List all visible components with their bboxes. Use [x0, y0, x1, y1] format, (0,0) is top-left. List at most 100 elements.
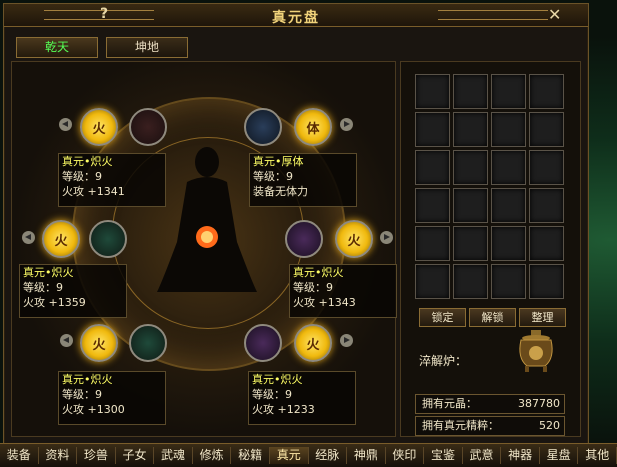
jingcui-label: 拥有真元精粹： — [422, 419, 499, 432]
slot-6-name: 真元•炽火 — [252, 373, 303, 386]
slot-5-fire-orb-icon[interactable]: 火 — [80, 324, 118, 362]
slot-5-info: 真元•炽火 等级：9 火攻 +1300 — [58, 371, 166, 425]
bottom-menu-item[interactable]: 侠印 — [386, 447, 425, 464]
bottom-menu-item[interactable]: 星盘 — [540, 447, 579, 464]
jingcui-value: 520 — [539, 419, 560, 432]
bottom-menu-item[interactable]: 装备 — [0, 447, 39, 464]
inventory-slot[interactable] — [491, 112, 526, 147]
bottom-menu-item[interactable]: 武意 — [463, 447, 502, 464]
title-bar[interactable]: ? 真元盘 ✕ — [4, 4, 588, 27]
unlock-button[interactable]: 解锁 — [469, 308, 516, 327]
yuanjing-value: 387780 — [518, 397, 560, 410]
slot-2-name: 真元•厚体 — [253, 155, 304, 168]
inventory-slot[interactable] — [453, 150, 488, 185]
inventory-slot[interactable] — [529, 226, 564, 261]
slot-3-fire-orb-icon[interactable]: 火 — [42, 220, 80, 258]
inventory-slot[interactable] — [529, 188, 564, 223]
bottom-menu-item[interactable]: 武魂 — [154, 447, 193, 464]
bottom-menu-item[interactable]: 真元 — [269, 447, 309, 464]
bottom-menu-item[interactable]: 经脉 — [309, 447, 348, 464]
slot-5-red-bag-icon[interactable] — [129, 324, 167, 362]
inventory-slot[interactable] — [415, 188, 450, 223]
tab-qiantian[interactable]: 乾天 — [16, 37, 98, 58]
close-icon[interactable]: ✕ — [548, 5, 561, 24]
slot-5-level: 等级：9 — [62, 388, 102, 401]
bottom-menu-item[interactable]: 资料 — [39, 447, 78, 464]
yuanjing-stat: 拥有元晶： 387780 — [415, 394, 565, 414]
bottom-menu-item[interactable]: 宝鉴 — [424, 447, 463, 464]
slot-6-level: 等级：9 — [252, 388, 292, 401]
bottom-menu-item[interactable]: 神器 — [501, 447, 540, 464]
inventory-slot[interactable] — [529, 264, 564, 299]
window-title: 真元盘 — [272, 10, 320, 26]
bottom-menu-bar: 装备 资料 珍兽 子女 武魂 修炼 秘籍 真元 经脉 神鼎 侠印 宝鉴 武意 神器 星盘 其他 — [0, 443, 617, 467]
slot-3-left-arrow-icon[interactable] — [22, 231, 35, 244]
bottom-menu-item[interactable]: 子女 — [116, 447, 155, 464]
slot-1-fire-orb-icon[interactable]: 火 — [80, 108, 118, 146]
inventory-slot[interactable] — [491, 74, 526, 109]
inventory-slot[interactable] — [415, 74, 450, 109]
slot-1-left-arrow-icon[interactable] — [59, 118, 72, 131]
slot-2-right-arrow-icon[interactable] — [340, 118, 353, 131]
slot-3-info: 真元•炽火 等级：9 火攻 +1359 — [19, 264, 127, 318]
slot-1-attr: 火攻 +1341 — [62, 185, 125, 198]
inventory-slot[interactable] — [529, 74, 564, 109]
inventory-slot[interactable] — [415, 150, 450, 185]
slot-6-gold-seal-icon[interactable] — [244, 324, 282, 362]
slot-6-info: 真元•炽火 等级：9 火攻 +1233 — [248, 371, 356, 425]
slot-3-name: 真元•炽火 — [23, 266, 74, 279]
slot-6-right-arrow-icon[interactable] — [340, 334, 353, 347]
bottom-menu-item[interactable]: 秘籍 — [231, 447, 270, 464]
bottom-menu-item[interactable]: 珍兽 — [77, 447, 116, 464]
inventory-slot[interactable] — [529, 150, 564, 185]
slot-2-info: 真元•厚体 等级：9 装备无体力 — [249, 153, 357, 207]
lock-button[interactable]: 锁定 — [419, 308, 466, 327]
inventory-slot[interactable] — [453, 264, 488, 299]
slot-4-name: 真元•炽火 — [293, 266, 344, 279]
inventory-slot[interactable] — [453, 188, 488, 223]
inventory-slot[interactable] — [491, 264, 526, 299]
bottom-menu-item[interactable]: 修炼 — [193, 447, 232, 464]
slot-2-level: 等级：9 — [253, 170, 293, 183]
inventory-slot[interactable] — [491, 226, 526, 261]
slot-1-level: 等级：9 — [62, 170, 102, 183]
slot-6-fire-orb-icon[interactable]: 火 — [294, 324, 332, 362]
yuanjing-label: 拥有元晶： — [422, 397, 477, 410]
inventory-slot[interactable] — [529, 112, 564, 147]
inventory-slot[interactable] — [491, 150, 526, 185]
slot-1-red-bag-icon[interactable] — [129, 108, 167, 146]
slot-2-scroll-icon[interactable] — [244, 108, 282, 146]
bottom-menu-item[interactable]: 神鼎 — [347, 447, 386, 464]
inventory-slot[interactable] — [453, 226, 488, 261]
inventory-slot[interactable] — [453, 112, 488, 147]
inventory-slot[interactable] — [453, 74, 488, 109]
inventory-slot[interactable] — [415, 112, 450, 147]
inventory-slot[interactable] — [415, 226, 450, 261]
jingcui-stat: 拥有真元精粹： 520 — [415, 416, 565, 436]
slot-3-level: 等级：9 — [23, 281, 63, 294]
meditating-figure-silhouette — [157, 147, 257, 292]
inventory-slot[interactable] — [415, 264, 450, 299]
inventory-slot[interactable] — [491, 188, 526, 223]
slot-4-fire-orb-icon[interactable]: 火 — [335, 220, 373, 258]
zhenyuan-window: ? 真元盘 ✕ 乾天 坤地 火 真元•炽火 等级：9 火攻 +1341 体 真元… — [3, 3, 589, 445]
sort-button[interactable]: 整理 — [519, 308, 566, 327]
slot-3-attr: 火攻 +1359 — [23, 296, 86, 309]
inventory-panel: 锁定 解锁 整理 淬解炉： 拥有元晶： 387780 拥有真元精粹： 520 — [400, 61, 581, 437]
slot-4-right-arrow-icon[interactable] — [380, 231, 393, 244]
slot-1-name: 真元•炽火 — [62, 155, 113, 168]
slot-1-info: 真元•炽火 等级：9 火攻 +1341 — [58, 153, 166, 207]
slot-3-green-red-bag-icon[interactable] — [89, 220, 127, 258]
slot-5-left-arrow-icon[interactable] — [60, 334, 73, 347]
furnace-cauldron-icon[interactable] — [513, 328, 559, 374]
slot-4-info: 真元•炽火 等级：9 火攻 +1343 — [289, 264, 397, 318]
slot-2-attr: 装备无体力 — [253, 185, 308, 198]
slot-5-attr: 火攻 +1300 — [62, 403, 125, 416]
inventory-grid — [415, 74, 565, 304]
bottom-menu-item[interactable]: 其他 — [578, 447, 617, 464]
tab-kundi[interactable]: 坤地 — [106, 37, 188, 58]
slot-4-gold-seal-icon[interactable] — [285, 220, 323, 258]
furnace-label: 淬解炉： — [419, 354, 468, 368]
slot-2-body-orb-icon[interactable]: 体 — [294, 108, 332, 146]
zhenyuan-wheel-panel: 火 真元•炽火 等级：9 火攻 +1341 体 真元•厚体 等级：9 装备无体力… — [11, 61, 397, 437]
